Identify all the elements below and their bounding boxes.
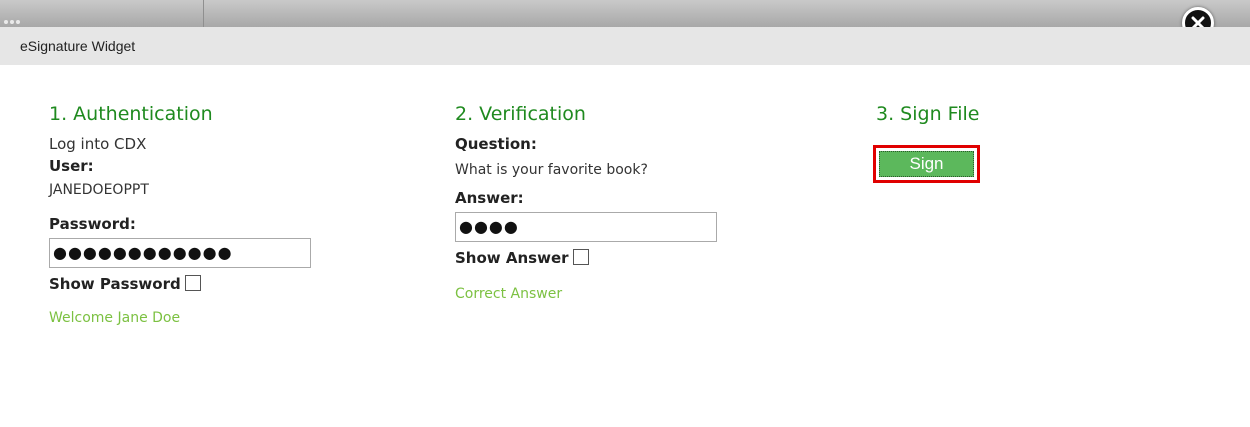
sign-button[interactable]: Sign xyxy=(879,151,974,177)
show-answer-row: Show Answer xyxy=(455,248,755,268)
sign-heading: 3. Sign File xyxy=(876,103,980,125)
show-password-row: Show Password xyxy=(49,274,349,294)
answer-field[interactable]: ●●●● xyxy=(455,212,717,242)
verification-section: 2. Verification Question: What is your f… xyxy=(455,102,755,304)
answer-label: Answer: xyxy=(455,189,524,207)
show-answer-checkbox[interactable] xyxy=(572,248,589,265)
authentication-status: Welcome Jane Doe xyxy=(49,310,181,326)
question-label: Question: xyxy=(455,135,537,153)
sign-section: 3. Sign File xyxy=(876,102,1076,136)
user-label: User: xyxy=(49,157,94,175)
tab-separator xyxy=(203,0,204,27)
verification-heading: 2. Verification xyxy=(455,103,586,125)
question-text: What is your favorite book? xyxy=(455,162,648,178)
password-field[interactable]: ●●●●●●●●●●●● xyxy=(49,238,311,268)
show-password-checkbox[interactable] xyxy=(184,274,201,291)
authentication-section: 1. Authentication Log into CDX User: JAN… xyxy=(49,102,349,328)
window-top-bar xyxy=(0,0,1250,27)
grip-dots-icon xyxy=(4,9,24,24)
authentication-heading: 1. Authentication xyxy=(49,103,213,125)
login-intro: Log into CDX xyxy=(49,135,147,153)
verification-status: Correct Answer xyxy=(455,286,563,302)
user-value: JANEDOEOPPT xyxy=(49,182,149,198)
window-title: eSignature Widget xyxy=(20,38,136,54)
sign-button-highlight: Sign xyxy=(873,145,980,183)
password-label: Password: xyxy=(49,215,136,233)
title-bar: eSignature Widget xyxy=(0,27,1250,65)
show-password-label: Show Password xyxy=(49,275,181,293)
show-answer-label: Show Answer xyxy=(455,249,569,267)
